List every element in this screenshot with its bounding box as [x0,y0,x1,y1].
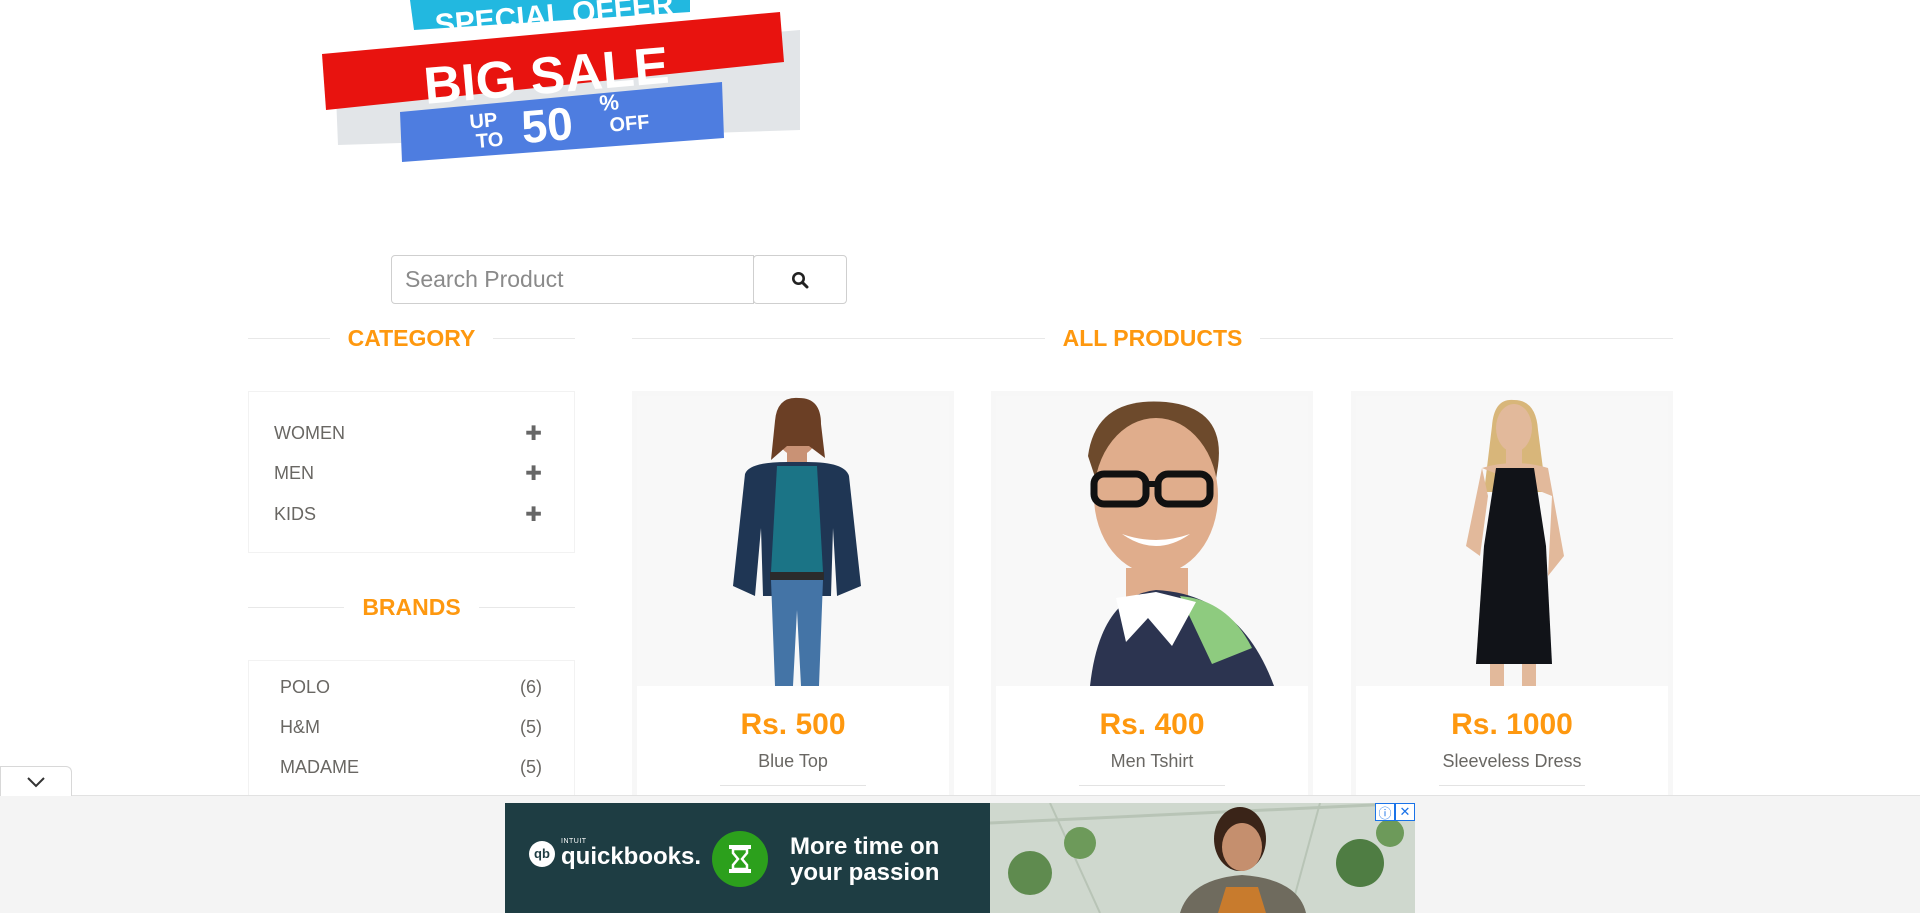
product-card: Rs. 400 Men Tshirt [991,391,1313,811]
brands-panel: POLO (6) H&M (5) MADAME (5) [248,660,575,800]
product-card: Rs. 500 Blue Top [632,391,954,811]
divider [248,338,330,339]
product-image [637,396,949,686]
product-name: Blue Top [758,751,828,771]
plus-icon[interactable]: ✚ [525,461,542,486]
plus-icon[interactable]: ✚ [525,502,542,527]
category-item-women[interactable]: WOMEN ✚ [274,413,542,454]
banner-to-text: TO [475,129,504,153]
category-item-kids[interactable]: KIDS ✚ [274,494,542,535]
all-products-title: ALL PRODUCTS [1062,325,1243,351]
quickbooks-logo: qb INTUIT quickbooks. [529,838,701,869]
search-input[interactable] [391,255,754,304]
product-image [996,396,1308,686]
divider [478,607,576,608]
quickbooks-icon: qb [529,840,555,867]
ad-photo [989,803,1415,913]
brands-heading: BRANDS [248,594,576,621]
divider [493,338,575,339]
brand-count: (5) [520,717,542,737]
product-name: Sleeveless Dress [1442,751,1582,771]
category-title: CATEGORY [347,325,476,351]
brands-title: BRANDS [362,594,461,620]
product-name: Men Tshirt [1110,751,1194,771]
category-label: WOMEN [274,422,345,443]
ad-headline: More time on your passion [790,833,940,886]
add-to-cart-button[interactable] [1439,785,1585,793]
brand-count: (5) [520,757,542,777]
divider [1260,338,1673,339]
ad-close-icon[interactable]: ✕ [1395,803,1415,821]
divider [248,607,345,608]
ad-brand: quickbooks. [561,843,702,870]
brand-count: (6) [520,677,542,697]
category-panel: WOMEN ✚ MEN ✚ KIDS ✚ [248,391,575,553]
banner-off-text: OFF [609,111,651,136]
search-bar [391,255,847,304]
all-products-heading: ALL PRODUCTS [632,325,1673,352]
add-to-cart-button[interactable] [720,785,866,793]
brand-item-polo[interactable]: POLO (6) [280,677,542,717]
banner-percent-text: % [598,89,620,116]
brand-item-hm[interactable]: H&M (5) [280,717,542,757]
brand-label: MADAME [280,757,360,777]
chevron-down-icon [27,776,45,787]
ad-banner[interactable]: qb INTUIT quickbooks. More time on your … [505,803,1415,913]
sale-banner-image: SPECIAL OFFER BIG SALE UP TO 50 % OFF [310,0,810,180]
add-to-cart-button[interactable] [1079,785,1225,793]
product-price: Rs. 1000 [1451,708,1573,741]
product-image [1356,396,1668,686]
divider [632,338,1045,339]
hourglass-icon [712,831,768,887]
ad-info-icon[interactable]: ⓘ [1375,803,1395,821]
category-label: MEN [274,463,314,484]
product-card: Rs. 1000 Sleeveless Dress [1351,391,1673,811]
ad-collapse-button[interactable] [0,766,72,796]
search-button[interactable] [753,255,847,304]
category-heading: CATEGORY [248,325,575,352]
brand-label: H&M [280,717,320,737]
product-price: Rs. 500 [740,708,846,741]
search-icon [792,271,809,288]
plus-icon[interactable]: ✚ [525,421,542,446]
brand-label: POLO [280,677,331,697]
banner-50-text: 50 [519,97,575,153]
category-item-men[interactable]: MEN ✚ [274,454,542,495]
category-label: KIDS [274,503,317,524]
product-price: Rs. 400 [1099,708,1205,741]
ad-controls: ⓘ ✕ [1375,803,1415,821]
brand-item-madame[interactable]: MADAME (5) [280,757,542,797]
